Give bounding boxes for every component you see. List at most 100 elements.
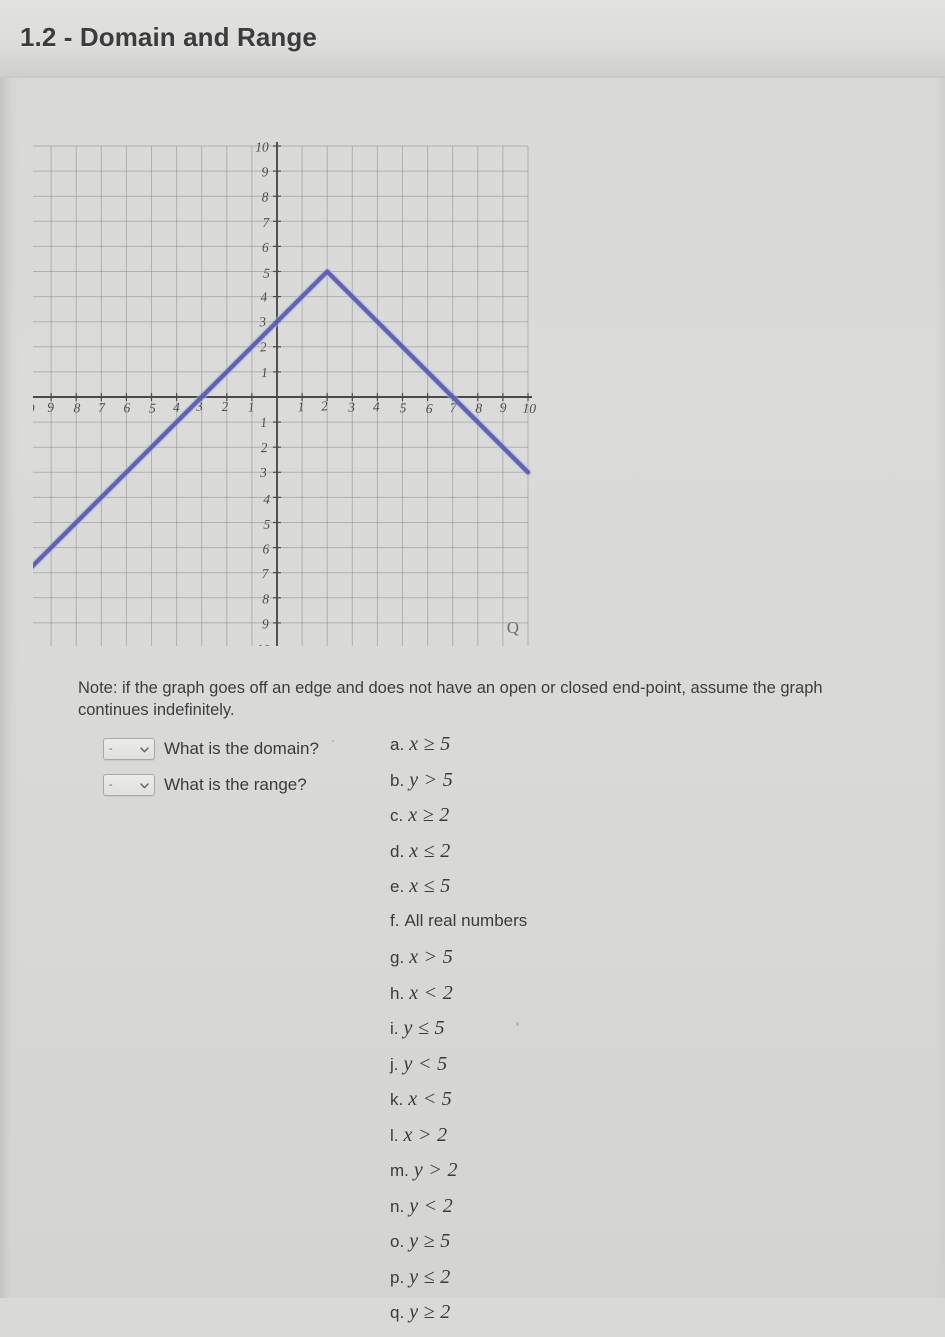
question-row-range: - What is the range?	[103, 767, 403, 803]
option-expression: y < 5	[403, 1052, 448, 1075]
answer-option: m. y > 2	[390, 1159, 690, 1195]
x-tick-label: 5	[149, 400, 156, 415]
x-tick-label: 5	[400, 400, 407, 415]
x-tick-label: 6	[124, 400, 131, 415]
y-tick-label: 4	[260, 289, 268, 304]
answer-option: a. x ≥ 5	[390, 733, 690, 769]
x-tick-label: 4	[173, 400, 180, 415]
option-letter: j.	[390, 1054, 399, 1074]
y-tick-label: 10	[256, 642, 270, 646]
dropdown-domain[interactable]: -	[103, 738, 155, 760]
option-letter: e.	[390, 877, 405, 896]
option-letter: m.	[390, 1161, 409, 1180]
option-letter: k.	[390, 1090, 404, 1109]
y-tick-label: 4	[263, 491, 271, 506]
answer-option: h. x < 2	[390, 982, 690, 1018]
y-tick-label: 10	[255, 139, 269, 154]
option-letter: o.	[390, 1232, 405, 1251]
answer-option: d. x ≤ 2	[390, 840, 690, 876]
y-tick-label: 3	[258, 314, 268, 330]
graph-annotations: Q	[507, 618, 519, 637]
y-tick-label: 9	[262, 616, 269, 631]
paper-speck	[332, 740, 334, 742]
x-tick-label: 6	[426, 401, 434, 416]
x-tick-label: 10	[33, 401, 35, 417]
page-title: 1.2 - Domain and Range	[20, 22, 317, 52]
option-expression: x ≥ 5	[409, 733, 451, 755]
option-expression: x ≤ 2	[409, 839, 451, 862]
option-letter: l.	[390, 1125, 399, 1145]
answer-option: e. x ≤ 5	[390, 875, 690, 911]
option-letter: h.	[390, 983, 405, 1003]
chevron-down-icon	[140, 746, 149, 752]
option-expression: x ≤ 5	[409, 875, 451, 897]
x-tick-label: 4	[373, 399, 381, 414]
coordinate-graph: 1098765432112345678910109876543211234567…	[33, 112, 545, 646]
answer-option: f. All real numbers	[390, 911, 690, 947]
option-expression: x < 2	[409, 981, 454, 1004]
question-label: What is the domain?	[164, 739, 319, 758]
x-tick-label: 1	[297, 399, 304, 414]
option-expression: x > 2	[403, 1123, 448, 1146]
option-letter: p.	[390, 1267, 405, 1287]
option-letter: i.	[390, 1019, 399, 1038]
x-tick-label: 9	[500, 400, 507, 415]
answer-option: l. x > 2	[390, 1124, 690, 1160]
x-tick-label: 8	[73, 400, 80, 415]
dropdown-value: -	[109, 778, 113, 791]
option-letter: n.	[390, 1196, 405, 1216]
answer-option: n. y < 2	[390, 1195, 690, 1231]
answer-option: k. x < 5	[390, 1088, 690, 1124]
page-header: 1.2 - Domain and Range	[0, 0, 945, 78]
option-letter: d.	[390, 841, 405, 861]
option-expression: x > 5	[409, 946, 454, 968]
axis-lines	[33, 142, 532, 646]
answer-option: g. x > 5	[390, 946, 690, 982]
x-tick-label: 3	[347, 399, 356, 414]
y-tick-label: 3	[258, 465, 267, 481]
y-tick-label: 6	[262, 541, 269, 556]
y-tick-label: 5	[263, 265, 271, 280]
option-letter: q.	[390, 1303, 405, 1322]
y-tick-label: 5	[263, 517, 271, 532]
option-expression: y ≥ 5	[409, 1230, 451, 1252]
x-tick-label: 8	[475, 400, 482, 415]
chevron-down-icon	[140, 782, 149, 788]
option-expression: y ≥ 2	[409, 1301, 451, 1323]
option-expression: y ≤ 2	[409, 1265, 451, 1288]
option-expression: y < 2	[409, 1194, 454, 1217]
answer-options-list: a. x ≥ 5 b. y > 5 c. x ≥ 2 d. x ≤ 2 e. x ≤ 5 f. All…	[390, 733, 690, 1337]
y-tick-label: 1	[261, 365, 268, 380]
answer-option: p. y ≤ 2	[390, 1266, 690, 1302]
graph-annotation: Q	[507, 618, 519, 637]
y-tick-label: 8	[261, 189, 268, 204]
option-letter: g.	[390, 948, 405, 967]
option-expression: y > 5	[409, 768, 454, 791]
y-tick-label: 1	[260, 415, 268, 430]
y-tick-label: 2	[260, 440, 268, 455]
y-tick-label: 8	[262, 591, 269, 606]
option-letter: b.	[390, 770, 405, 790]
y-tick-label: 7	[262, 566, 270, 581]
option-letter: a.	[390, 735, 405, 754]
answer-option: q. y ≥ 2	[390, 1301, 690, 1337]
answer-option: o. y ≥ 5	[390, 1230, 690, 1266]
instruction-note: Note: if the graph goes off an edge and …	[78, 678, 823, 719]
option-expression: y ≤ 5	[403, 1017, 445, 1039]
question-list: - What is the domain? - What is the range?	[103, 731, 403, 803]
option-expression: x ≥ 2	[408, 804, 450, 826]
dropdown-range[interactable]: -	[103, 774, 155, 796]
x-tick-label: 9	[47, 399, 54, 414]
dropdown-value: -	[109, 742, 113, 755]
option-expression: All real numbers	[404, 910, 528, 930]
answer-option: i. y ≤ 5	[390, 1017, 690, 1053]
option-letter: f.	[390, 910, 400, 930]
answer-option: c. x ≥ 2	[390, 804, 690, 840]
y-tick-label: 9	[261, 164, 268, 179]
question-row-domain: - What is the domain?	[103, 731, 403, 767]
question-label: What is the range?	[164, 775, 307, 794]
x-tick-label: 1	[248, 399, 255, 414]
y-tick-label: 7	[262, 215, 270, 230]
x-tick-label: 2	[221, 399, 229, 414]
paper-speck	[516, 1022, 519, 1026]
